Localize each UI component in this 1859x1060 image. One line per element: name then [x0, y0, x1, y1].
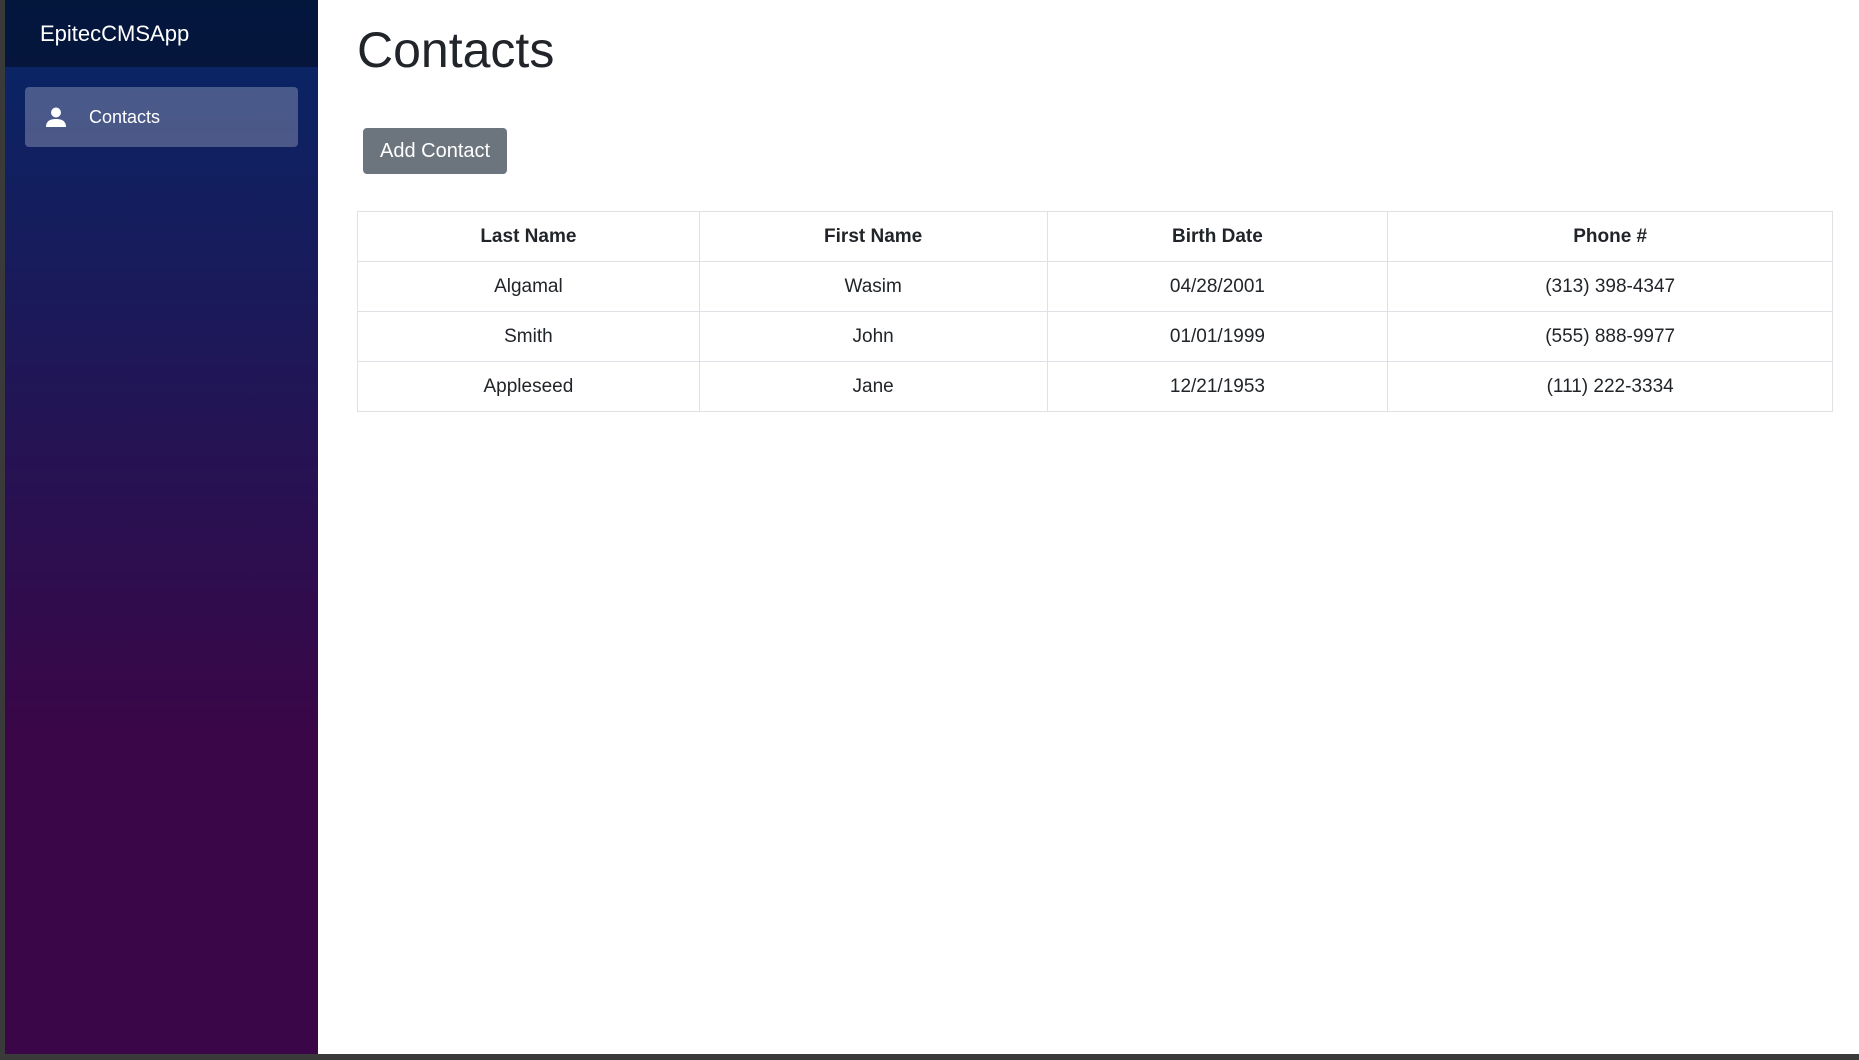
column-header-first-name: First Name [698, 211, 1048, 262]
cell-first-name: John [698, 311, 1048, 362]
person-icon [43, 104, 69, 130]
cell-phone: (111) 222-3334 [1387, 361, 1833, 412]
cell-first-name: Jane [698, 361, 1048, 412]
contacts-table-wrapper: Last Name First Name Birth Date Phone # … [357, 211, 1836, 412]
page-title: Contacts [357, 22, 555, 78]
table-row: Algamal Wasim 04/28/2001 (313) 398-4347 [357, 261, 1833, 312]
table-row: Smith John 01/01/1999 (555) 888-9977 [357, 311, 1833, 362]
cell-last-name: Algamal [357, 261, 700, 312]
column-header-last-name: Last Name [357, 211, 700, 262]
cell-last-name: Appleseed [357, 361, 700, 412]
cell-birth-date: 04/28/2001 [1046, 261, 1389, 312]
cell-phone: (555) 888-9977 [1387, 311, 1833, 362]
brand-bar: EpitecCMSApp [5, 0, 318, 67]
sidebar-item-label: Contacts [89, 106, 161, 127]
cell-birth-date: 01/01/1999 [1046, 311, 1389, 362]
table-header-row: Last Name First Name Birth Date Phone # [357, 211, 1833, 262]
sidebar: EpitecCMSApp Contacts [5, 0, 318, 1054]
cell-phone: (313) 398-4347 [1387, 261, 1833, 312]
table-row: Appleseed Jane 12/21/1953 (111) 222-3334 [357, 361, 1833, 412]
cell-birth-date: 12/21/1953 [1046, 361, 1389, 412]
column-header-phone: Phone # [1387, 211, 1833, 262]
sidebar-nav: Contacts [5, 67, 318, 147]
app-window: EpitecCMSApp Contacts Contacts Add Conta… [5, 0, 1859, 1054]
cell-first-name: Wasim [698, 261, 1048, 312]
column-header-birth-date: Birth Date [1046, 211, 1389, 262]
sidebar-item-contacts[interactable]: Contacts [25, 87, 298, 147]
main-content: Contacts Add Contact Last Name First Nam… [318, 0, 1859, 1054]
cell-last-name: Smith [357, 311, 700, 362]
add-contact-button[interactable]: Add Contact [363, 128, 508, 174]
contacts-table: Last Name First Name Birth Date Phone # … [357, 211, 1833, 412]
app-brand-link[interactable]: EpitecCMSApp [40, 21, 189, 47]
